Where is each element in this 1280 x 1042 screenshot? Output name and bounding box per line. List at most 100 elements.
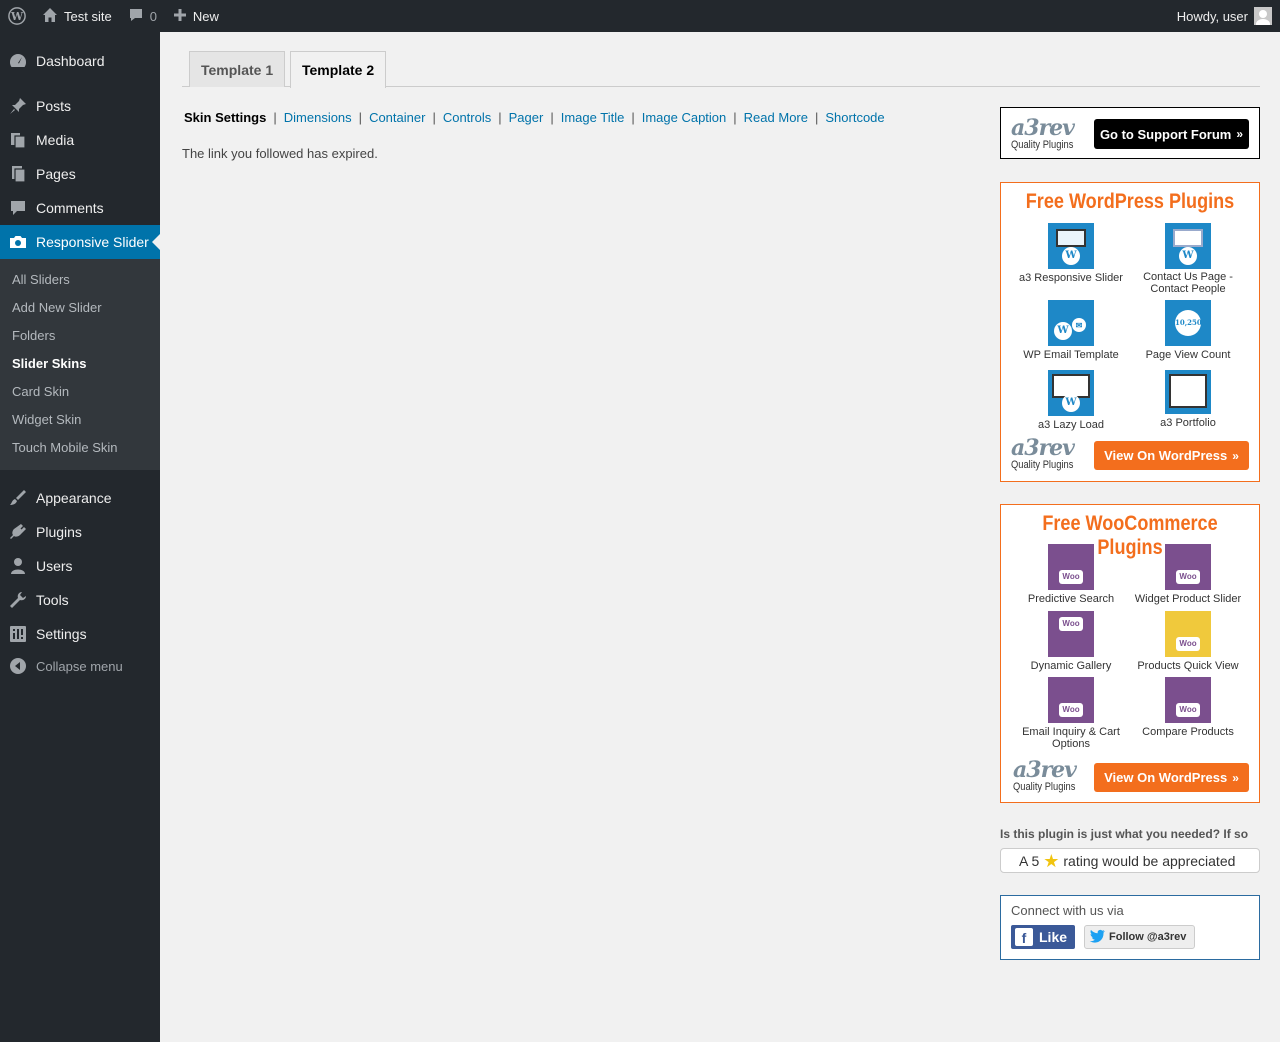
menu-label: Users (36, 558, 73, 574)
subnav-dimensions[interactable]: Dimensions (284, 110, 352, 125)
submenu-responsive-slider: All Sliders Add New Slider Folders Slide… (0, 259, 160, 470)
plugin-thumb: Woo (1048, 611, 1094, 657)
plugin-thumb: Woo (1165, 677, 1211, 723)
menu-label: Plugins (36, 524, 82, 540)
subnav-image-title[interactable]: Image Title (561, 110, 625, 125)
template-tabs: Template 1 Template 2 (182, 51, 1260, 88)
separator: | (273, 110, 277, 125)
plugin-thumb (1165, 370, 1211, 414)
submenu-add-new-slider[interactable]: Add New Slider (12, 300, 102, 315)
admin-sidebar: Dashboard Posts Media Pages Comments Res… (0, 32, 160, 1042)
submenu-slider-skins[interactable]: Slider Skins (12, 356, 86, 371)
plugin-compare-products[interactable]: Woo Compare Products (1129, 677, 1247, 738)
site-name-link[interactable]: Test site (34, 0, 120, 32)
site-name: Test site (64, 8, 112, 24)
subnav-read-more[interactable]: Read More (744, 110, 808, 125)
plugin-page-view-count[interactable]: 10,250 Page View Count (1129, 300, 1247, 361)
account-menu[interactable]: Howdy, user (1169, 0, 1280, 32)
menu-label: Dashboard (36, 53, 105, 69)
plugin-predictive-search[interactable]: Woo Predictive Search (1012, 544, 1130, 605)
separator: | (432, 110, 436, 125)
tab-template-1[interactable]: Template 1 (189, 51, 286, 87)
support-box: a3rev Quality Plugins Go to Support Foru… (1000, 107, 1260, 159)
separator: | (631, 110, 635, 125)
a3rev-logo: a3rev Quality Plugins (1013, 757, 1077, 793)
menu-label: Settings (36, 626, 87, 642)
support-forum-button[interactable]: Go to Support Forum» (1094, 119, 1249, 149)
view-on-wordpress-button[interactable]: View On WordPress» (1094, 441, 1249, 470)
submenu-card-skin[interactable]: Card Skin (12, 384, 69, 399)
comments-count: 0 (149, 8, 157, 24)
plugin-products-quick-view[interactable]: Woo Products Quick View (1129, 611, 1247, 672)
rating-question: Is this plugin is just what you needed? … (1000, 827, 1249, 841)
subnav-pager[interactable]: Pager (509, 110, 544, 125)
wordpress-plugins-box: Free WordPress Plugins W a3 Responsive S… (1000, 182, 1260, 482)
menu-label: Tools (36, 592, 69, 608)
wordpress-logo-icon[interactable]: W (0, 0, 34, 32)
plugin-widget-product-slider[interactable]: Woo Widget Product Slider (1129, 544, 1247, 605)
plugin-a3-portfolio[interactable]: a3 Portfolio (1129, 370, 1247, 429)
separator: | (358, 110, 363, 125)
facebook-like-button[interactable]: f Like (1011, 925, 1075, 949)
submenu-widget-skin[interactable]: Widget Skin (12, 412, 81, 427)
submenu-touch-mobile-skin[interactable]: Touch Mobile Skin (12, 440, 118, 455)
plugin-thumb: Woo (1165, 544, 1211, 590)
menu-posts[interactable]: Posts (0, 89, 160, 123)
connect-box: Connect with us via f Like Follow @a3rev (1000, 895, 1260, 960)
twitter-follow-button[interactable]: Follow @a3rev (1084, 925, 1195, 949)
comment-icon (0, 198, 36, 218)
menu-settings[interactable]: Settings (0, 617, 160, 651)
collapse-menu-button[interactable]: Collapse menu (0, 649, 160, 683)
brush-icon (0, 488, 36, 508)
double-chevron-right-icon: » (1232, 448, 1239, 463)
plugin-a3-lazy-load[interactable]: W a3 Lazy Load (1012, 370, 1130, 431)
menu-label: Collapse menu (36, 658, 123, 674)
submenu-folders[interactable]: Folders (12, 328, 55, 343)
facebook-icon: f (1015, 928, 1033, 946)
menu-comments[interactable]: Comments (0, 191, 160, 225)
menu-media[interactable]: Media (0, 123, 160, 157)
plugin-thumb: 10,250 (1165, 300, 1211, 346)
plugin-dynamic-gallery[interactable]: Woo Dynamic Gallery (1012, 611, 1130, 672)
menu-pages[interactable]: Pages (0, 157, 160, 191)
menu-label: Responsive Slider (36, 234, 149, 250)
comments-link[interactable]: 0 (120, 0, 165, 32)
menu-appearance[interactable]: Appearance (0, 481, 160, 515)
settings-icon (0, 624, 36, 644)
menu-label: Posts (36, 98, 72, 114)
admin-bar: W Test site 0 New Howdy, user (0, 0, 1280, 32)
comment-icon (128, 7, 144, 26)
subnav-image-caption[interactable]: Image Caption (642, 110, 727, 125)
woocommerce-plugins-box: Free WooCommerce Plugins Woo Predictive … (1000, 504, 1260, 803)
menu-users[interactable]: Users (0, 549, 160, 583)
subnav-skin-settings[interactable]: Skin Settings (184, 110, 266, 125)
plugin-thumb: Woo (1048, 677, 1094, 723)
menu-label: Appearance (36, 490, 112, 506)
plugin-thumb: W (1165, 223, 1211, 269)
double-chevron-right-icon: » (1232, 770, 1239, 785)
view-on-wordpress-button[interactable]: View On WordPress» (1094, 763, 1249, 792)
expired-link-message: The link you followed has expired. (182, 146, 378, 161)
plugin-a3-responsive-slider[interactable]: W a3 Responsive Slider (1012, 223, 1130, 284)
subnav-controls[interactable]: Controls (443, 110, 491, 125)
rating-link[interactable]: A 5 ★ rating would be appreciated (1000, 848, 1260, 873)
plugin-wp-email-template[interactable]: W ✉ WP Email Template (1012, 300, 1130, 361)
menu-dashboard[interactable]: Dashboard (0, 44, 160, 78)
a3rev-logo: a3rev Quality Plugins (1011, 115, 1075, 151)
twitter-bird-icon (1089, 929, 1109, 946)
separator: | (814, 110, 819, 125)
plugin-email-inquiry[interactable]: Woo Email Inquiry & Cart Options (1012, 677, 1130, 750)
menu-label: Comments (36, 200, 104, 216)
submenu-all-sliders[interactable]: All Sliders (12, 272, 70, 287)
subnav-shortcode[interactable]: Shortcode (825, 110, 884, 125)
plugin-contact-us-page[interactable]: W Contact Us Page - Contact People (1129, 223, 1247, 295)
tab-template-2[interactable]: Template 2 (290, 51, 387, 88)
plugin-thumb: W (1048, 370, 1094, 416)
new-label: New (192, 8, 219, 24)
subnav-container[interactable]: Container (369, 110, 425, 125)
menu-plugins[interactable]: Plugins (0, 515, 160, 549)
menu-responsive-slider[interactable]: Responsive Slider (0, 225, 160, 259)
new-content-link[interactable]: New (165, 0, 227, 32)
menu-tools[interactable]: Tools (0, 583, 160, 617)
wrench-icon (0, 590, 36, 610)
